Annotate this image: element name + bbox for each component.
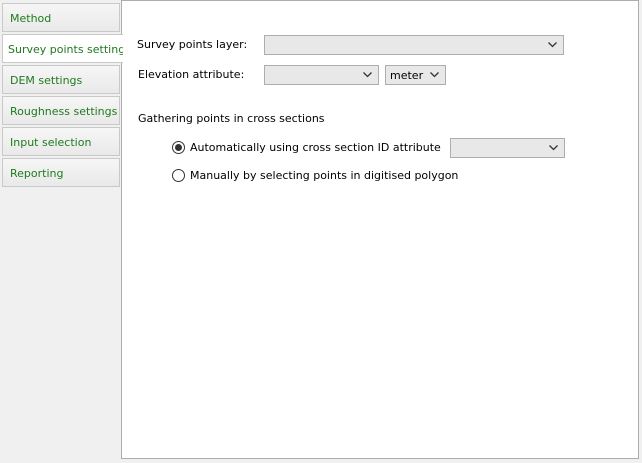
manual-radio[interactable] bbox=[172, 169, 185, 182]
survey-points-layer-select[interactable] bbox=[264, 35, 564, 55]
tab-label: Reporting bbox=[10, 167, 64, 180]
auto-radio-label[interactable]: Automatically using cross section ID att… bbox=[190, 141, 441, 154]
tab-roughness-settings[interactable]: Roughness settings bbox=[2, 96, 120, 125]
tab-label: DEM settings bbox=[10, 74, 83, 87]
settings-panel: Survey points layer: Elevation attribute… bbox=[121, 0, 639, 459]
elevation-unit-select[interactable]: meter bbox=[385, 65, 446, 85]
tab-dem-settings[interactable]: DEM settings bbox=[2, 65, 120, 94]
tab-input-selection[interactable]: Input selection bbox=[2, 127, 120, 156]
survey-points-layer-label: Survey points layer: bbox=[137, 38, 248, 51]
tab-label: Input selection bbox=[10, 136, 92, 149]
gathering-section-title: Gathering points in cross sections bbox=[138, 112, 325, 125]
tab-method[interactable]: Method bbox=[2, 3, 120, 32]
auto-radio[interactable] bbox=[172, 141, 185, 154]
elevation-attribute-select[interactable] bbox=[264, 65, 379, 85]
tab-survey-points-settings[interactable]: Survey points settings bbox=[2, 34, 123, 63]
manual-radio-label[interactable]: Manually by selecting points in digitise… bbox=[190, 169, 458, 182]
chevron-down-icon bbox=[430, 72, 439, 78]
radio-selected-dot bbox=[175, 144, 182, 151]
elevation-unit-value: meter bbox=[390, 69, 424, 82]
chevron-down-icon bbox=[548, 42, 557, 48]
chevron-down-icon bbox=[363, 72, 372, 78]
tab-reporting[interactable]: Reporting bbox=[2, 158, 120, 187]
tab-label: Roughness settings bbox=[10, 105, 118, 118]
tab-label: Survey points settings bbox=[8, 43, 123, 56]
tab-label: Method bbox=[10, 12, 52, 25]
elevation-attribute-label: Elevation attribute: bbox=[138, 68, 245, 81]
chevron-down-icon bbox=[549, 145, 558, 151]
cross-section-id-attribute-select[interactable] bbox=[450, 138, 565, 158]
